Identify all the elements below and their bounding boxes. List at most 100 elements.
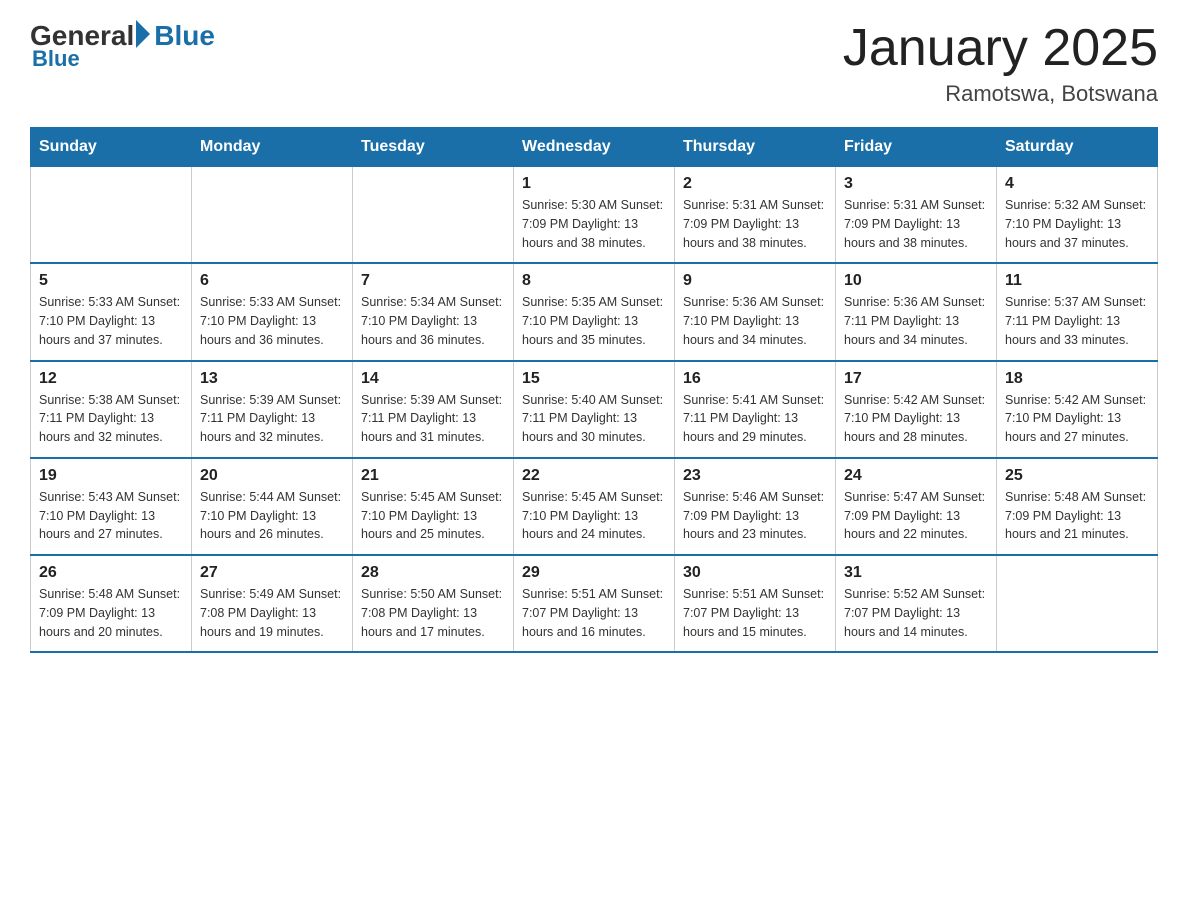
- day-info: Sunrise: 5:45 AM Sunset: 7:10 PM Dayligh…: [361, 488, 505, 544]
- logo-triangle-icon: [136, 20, 150, 48]
- day-info: Sunrise: 5:39 AM Sunset: 7:11 PM Dayligh…: [361, 391, 505, 447]
- logo: General Blue Blue: [30, 20, 215, 72]
- day-info: Sunrise: 5:43 AM Sunset: 7:10 PM Dayligh…: [39, 488, 183, 544]
- day-number: 5: [39, 272, 183, 290]
- day-number: 17: [844, 370, 988, 388]
- day-cell: 13Sunrise: 5:39 AM Sunset: 7:11 PM Dayli…: [192, 361, 353, 458]
- day-cell: 21 Sunrise: 5:45 AM Sunset: 7:10 PM Dayli…: [353, 458, 514, 555]
- day-number: 9: [683, 272, 827, 290]
- day-cell: 26Sunrise: 5:48 AM Sunset: 7:09 PM Dayli…: [31, 555, 192, 652]
- day-cell: 31Sunrise: 5:52 AM Sunset: 7:07 PM Dayli…: [836, 555, 997, 652]
- day-info: Sunrise: 5:46 AM Sunset: 7:09 PM Dayligh…: [683, 488, 827, 544]
- day-cell: 11 Sunrise: 5:37 AM Sunset: 7:11 PM Dayli…: [997, 263, 1158, 360]
- day-info: Sunrise: 5:45 AM Sunset: 7:10 PM Dayligh…: [522, 488, 666, 544]
- day-number: 11: [1005, 272, 1149, 290]
- header-wednesday: Wednesday: [514, 128, 675, 167]
- header-saturday: Saturday: [997, 128, 1158, 167]
- day-cell: 22Sunrise: 5:45 AM Sunset: 7:10 PM Dayli…: [514, 458, 675, 555]
- logo-blue-text: Blue: [154, 20, 215, 52]
- day-cell: 10Sunrise: 5:36 AM Sunset: 7:11 PM Dayli…: [836, 263, 997, 360]
- calendar-subtitle: Ramotswa, Botswana: [843, 81, 1158, 107]
- day-number: 4: [1005, 175, 1149, 193]
- day-number: 24: [844, 467, 988, 485]
- header-thursday: Thursday: [675, 128, 836, 167]
- day-number: 14: [361, 370, 505, 388]
- day-cell: 20 Sunrise: 5:44 AM Sunset: 7:10 PM Dayli…: [192, 458, 353, 555]
- day-info: Sunrise: 5:36 AM Sunset: 7:10 PM Dayligh…: [683, 293, 827, 349]
- day-number: 29: [522, 564, 666, 582]
- day-cell: 4Sunrise: 5:32 AM Sunset: 7:10 PM Daylig…: [997, 167, 1158, 264]
- day-number: 10: [844, 272, 988, 290]
- day-cell: 1Sunrise: 5:30 AM Sunset: 7:09 PM Daylig…: [514, 167, 675, 264]
- day-number: 28: [361, 564, 505, 582]
- day-cell: 28 Sunrise: 5:50 AM Sunset: 7:08 PM Dayli…: [353, 555, 514, 652]
- day-cell: 14 Sunrise: 5:39 AM Sunset: 7:11 PM Dayli…: [353, 361, 514, 458]
- day-info: Sunrise: 5:31 AM Sunset: 7:09 PM Dayligh…: [844, 196, 988, 252]
- day-number: 25: [1005, 467, 1149, 485]
- day-number: 15: [522, 370, 666, 388]
- day-info: Sunrise: 5:33 AM Sunset: 7:10 PM Dayligh…: [200, 293, 344, 349]
- day-cell: [997, 555, 1158, 652]
- day-number: 26: [39, 564, 183, 582]
- day-cell: 30 Sunrise: 5:51 AM Sunset: 7:07 PM Dayli…: [675, 555, 836, 652]
- day-cell: [192, 167, 353, 264]
- day-cell: 9 Sunrise: 5:36 AM Sunset: 7:10 PM Daylig…: [675, 263, 836, 360]
- day-info: Sunrise: 5:48 AM Sunset: 7:09 PM Dayligh…: [1005, 488, 1149, 544]
- day-info: Sunrise: 5:35 AM Sunset: 7:10 PM Dayligh…: [522, 293, 666, 349]
- day-number: 2: [683, 175, 827, 193]
- day-cell: 18 Sunrise: 5:42 AM Sunset: 7:10 PM Dayli…: [997, 361, 1158, 458]
- day-cell: [31, 167, 192, 264]
- day-number: 21: [361, 467, 505, 485]
- day-number: 31: [844, 564, 988, 582]
- day-info: Sunrise: 5:37 AM Sunset: 7:11 PM Dayligh…: [1005, 293, 1149, 349]
- day-number: 18: [1005, 370, 1149, 388]
- day-info: Sunrise: 5:50 AM Sunset: 7:08 PM Dayligh…: [361, 585, 505, 641]
- day-info: Sunrise: 5:38 AM Sunset: 7:11 PM Dayligh…: [39, 391, 183, 447]
- day-number: 30: [683, 564, 827, 582]
- day-number: 7: [361, 272, 505, 290]
- week-row-2: 5 Sunrise: 5:33 AM Sunset: 7:10 PM Daylig…: [31, 263, 1158, 360]
- day-cell: 17Sunrise: 5:42 AM Sunset: 7:10 PM Dayli…: [836, 361, 997, 458]
- day-number: 16: [683, 370, 827, 388]
- day-cell: 16Sunrise: 5:41 AM Sunset: 7:11 PM Dayli…: [675, 361, 836, 458]
- day-cell: 27Sunrise: 5:49 AM Sunset: 7:08 PM Dayli…: [192, 555, 353, 652]
- day-info: Sunrise: 5:39 AM Sunset: 7:11 PM Dayligh…: [200, 391, 344, 447]
- day-cell: 15Sunrise: 5:40 AM Sunset: 7:11 PM Dayli…: [514, 361, 675, 458]
- day-cell: 3 Sunrise: 5:31 AM Sunset: 7:09 PM Daylig…: [836, 167, 997, 264]
- header-monday: Monday: [192, 128, 353, 167]
- day-number: 6: [200, 272, 344, 290]
- day-cell: 5Sunrise: 5:33 AM Sunset: 7:10 PM Daylig…: [31, 263, 192, 360]
- week-row-3: 12 Sunrise: 5:38 AM Sunset: 7:11 PM Dayli…: [31, 361, 1158, 458]
- day-info: Sunrise: 5:49 AM Sunset: 7:08 PM Dayligh…: [200, 585, 344, 641]
- day-cell: 29 Sunrise: 5:51 AM Sunset: 7:07 PM Dayli…: [514, 555, 675, 652]
- header-friday: Friday: [836, 128, 997, 167]
- day-info: Sunrise: 5:34 AM Sunset: 7:10 PM Dayligh…: [361, 293, 505, 349]
- day-cell: 23Sunrise: 5:46 AM Sunset: 7:09 PM Dayli…: [675, 458, 836, 555]
- day-cell: 2 Sunrise: 5:31 AM Sunset: 7:09 PM Daylig…: [675, 167, 836, 264]
- week-row-1: 1Sunrise: 5:30 AM Sunset: 7:09 PM Daylig…: [31, 167, 1158, 264]
- day-number: 12: [39, 370, 183, 388]
- day-cell: [353, 167, 514, 264]
- day-cell: 24 Sunrise: 5:47 AM Sunset: 7:09 PM Dayli…: [836, 458, 997, 555]
- day-cell: 25 Sunrise: 5:48 AM Sunset: 7:09 PM Dayli…: [997, 458, 1158, 555]
- day-info: Sunrise: 5:47 AM Sunset: 7:09 PM Dayligh…: [844, 488, 988, 544]
- day-cell: 12 Sunrise: 5:38 AM Sunset: 7:11 PM Dayli…: [31, 361, 192, 458]
- week-row-5: 26Sunrise: 5:48 AM Sunset: 7:09 PM Dayli…: [31, 555, 1158, 652]
- day-number: 1: [522, 175, 666, 193]
- calendar-table: SundayMondayTuesdayWednesdayThursdayFrid…: [30, 127, 1158, 653]
- header-tuesday: Tuesday: [353, 128, 514, 167]
- day-number: 8: [522, 272, 666, 290]
- day-cell: 6 Sunrise: 5:33 AM Sunset: 7:10 PM Daylig…: [192, 263, 353, 360]
- day-info: Sunrise: 5:31 AM Sunset: 7:09 PM Dayligh…: [683, 196, 827, 252]
- day-number: 20: [200, 467, 344, 485]
- day-info: Sunrise: 5:44 AM Sunset: 7:10 PM Dayligh…: [200, 488, 344, 544]
- week-row-4: 19 Sunrise: 5:43 AM Sunset: 7:10 PM Dayli…: [31, 458, 1158, 555]
- day-number: 19: [39, 467, 183, 485]
- day-number: 3: [844, 175, 988, 193]
- day-info: Sunrise: 5:42 AM Sunset: 7:10 PM Dayligh…: [1005, 391, 1149, 447]
- day-info: Sunrise: 5:51 AM Sunset: 7:07 PM Dayligh…: [522, 585, 666, 641]
- logo-bottom-text: Blue: [32, 46, 80, 72]
- day-info: Sunrise: 5:51 AM Sunset: 7:07 PM Dayligh…: [683, 585, 827, 641]
- title-area: January 2025 Ramotswa, Botswana: [843, 20, 1158, 107]
- page-header: General Blue Blue January 2025 Ramotswa,…: [30, 20, 1158, 107]
